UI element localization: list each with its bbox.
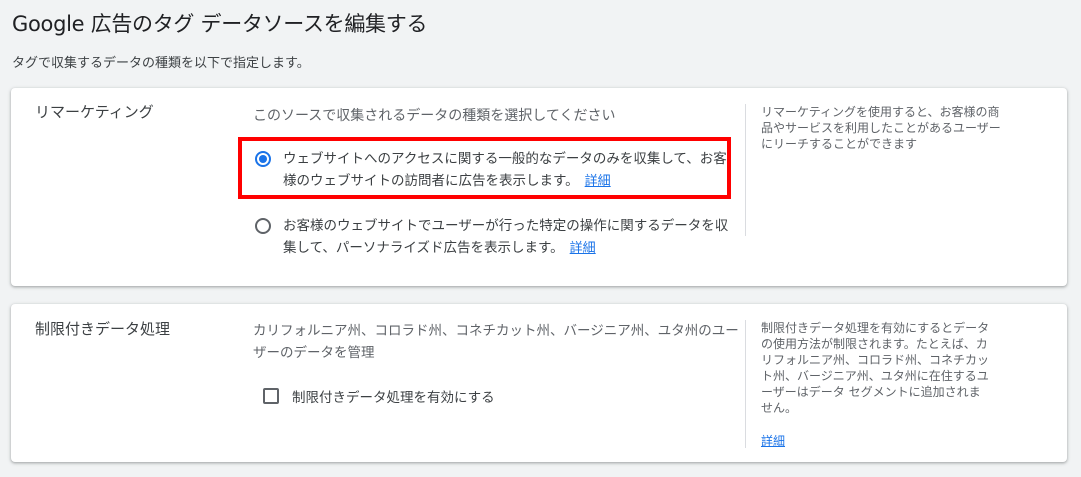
radio-label-general-data: ウェブサイトへのアクセスに関する一般的なデータのみを収集して、お客様のウェブサイ… [283, 148, 735, 193]
restricted-data-learn-more-link[interactable]: 詳細 [761, 432, 785, 449]
radio-button-specific-actions[interactable] [255, 218, 271, 234]
vertical-divider [745, 104, 746, 236]
restricted-data-checkbox-label: 制限付きデータ処理を有効にする [292, 390, 495, 406]
restricted-data-section-title: 制限付きデータ処理 [35, 320, 171, 338]
learn-more-link-general[interactable]: 詳細 [585, 174, 611, 189]
data-type-prompt: このソースで収集されるデータの種類を選択してください [253, 108, 616, 124]
remarketing-section-title: リマーケティング [35, 103, 154, 121]
remarketing-card: リマーケティング このソースで収集されるデータの種類を選択してください ウェブサ… [11, 88, 1067, 286]
restricted-data-checkbox-row[interactable]: 制限付きデータ処理を有効にする [263, 386, 495, 406]
radio-option-general-data[interactable]: ウェブサイトへのアクセスに関する一般的なデータのみを収集して、お客様のウェブサイ… [255, 148, 735, 193]
restricted-data-card: 制限付きデータ処理 カリフォルニア州、コロラド州、コネチカット州、バージニア州、… [11, 304, 1067, 462]
remarketing-help-text: リマーケティングを使用すると、お客様の商品やサービスを利用したことがあるユーザー… [761, 105, 1001, 151]
radio-option-specific-actions[interactable]: お客様のウェブサイトでユーザーが行った特定の操作に関するデータを収集して、パーソ… [255, 215, 735, 260]
vertical-divider [745, 320, 746, 448]
radio-label-specific-actions-text: お客様のウェブサイトでユーザーが行った特定の操作に関するデータを収集して、パーソ… [283, 218, 729, 256]
page-title: Google 広告のタグ データソースを編集する [12, 12, 428, 36]
radio-button-general-data[interactable] [255, 151, 271, 167]
page-subtitle: タグで収集するデータの種類を以下で指定します。 [12, 56, 310, 71]
learn-more-link-specific[interactable]: 詳細 [570, 241, 596, 256]
restricted-data-checkbox[interactable] [263, 388, 279, 404]
radio-label-general-data-text: ウェブサイトへのアクセスに関する一般的なデータのみを収集して、お客様のウェブサイ… [283, 151, 727, 189]
restricted-data-description: カリフォルニア州、コロラド州、コネチカット州、バージニア州、ユタ州のユーザーのデ… [253, 323, 739, 361]
radio-label-specific-actions: お客様のウェブサイトでユーザーが行った特定の操作に関するデータを収集して、パーソ… [283, 215, 735, 260]
restricted-data-help-text: 制限付きデータ処理を有効にするとデータの使用方法が制限されます。たとえば、カリフ… [761, 321, 990, 415]
